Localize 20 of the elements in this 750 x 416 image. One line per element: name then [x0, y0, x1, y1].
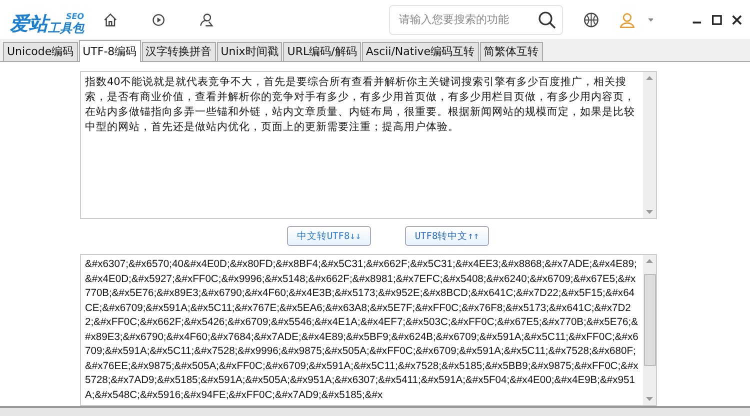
home-icon[interactable]: [103, 10, 118, 29]
logo-text: 爱站: [10, 12, 48, 35]
tab[interactable]: Unicode编码: [3, 42, 78, 62]
convert-button[interactable]: UTF8转中文↑↑: [405, 226, 489, 246]
tab[interactable]: Unix时间戳: [216, 42, 282, 62]
tab[interactable]: Ascii/Native编码互转: [362, 42, 479, 62]
caret-icon[interactable]: [648, 18, 654, 22]
logo-badge-text: SEO: [66, 12, 84, 21]
tab[interactable]: 简繁体互转: [480, 42, 543, 62]
convert-button[interactable]: 中文转UTF8↓↓: [287, 226, 371, 246]
tab[interactable]: 汉字转换拼音: [142, 42, 216, 62]
close-icon[interactable]: [732, 14, 742, 26]
play-icon[interactable]: [152, 12, 165, 28]
search-field[interactable]: 请输入您要搜索的功能: [388, 4, 563, 35]
tab[interactable]: URL编码/解码: [283, 42, 361, 62]
user-icon[interactable]: [198, 10, 214, 29]
search-icon[interactable]: [538, 10, 556, 29]
maximize-icon[interactable]: [712, 14, 722, 26]
tab[interactable]: UTF-8编码: [78, 40, 141, 62]
logo-subtext: 工具包: [48, 20, 84, 35]
